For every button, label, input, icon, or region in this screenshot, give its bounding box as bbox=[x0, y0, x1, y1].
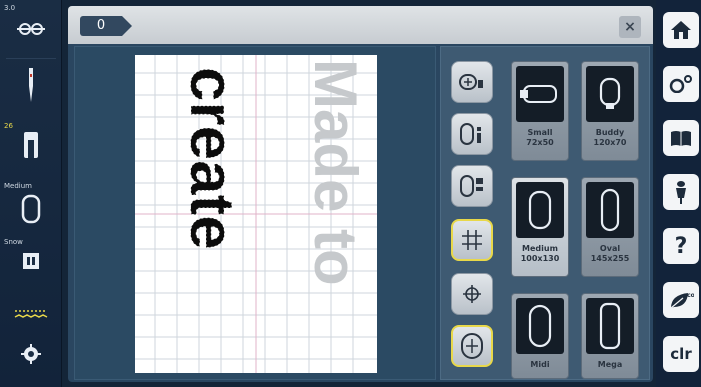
stabilizer-icon bbox=[23, 253, 39, 269]
svg-text:Made to: Made to bbox=[303, 59, 363, 286]
hoop-name: Buddy bbox=[595, 128, 625, 137]
hoop-move-icon bbox=[461, 333, 483, 359]
hoop-select-button[interactable] bbox=[0, 194, 62, 224]
home-icon bbox=[671, 21, 691, 39]
design-tab[interactable]: 0 bbox=[80, 16, 132, 36]
hoop-size: 100x130 bbox=[520, 254, 560, 263]
dotted-stitch-icon bbox=[14, 310, 48, 318]
hoop-size: 120x70 bbox=[593, 138, 627, 147]
hoop-template-button[interactable] bbox=[451, 165, 493, 207]
hoop-option-buddy[interactable]: Buddy 120x70 bbox=[581, 61, 639, 161]
design-text-create[interactable]: create bbox=[175, 67, 245, 307]
hoop-info-button[interactable] bbox=[451, 113, 493, 155]
oval-hoop-icon bbox=[600, 188, 620, 232]
hoop-info-icon bbox=[460, 123, 481, 145]
gear-icon bbox=[21, 344, 41, 364]
medium-hoop-icon bbox=[528, 190, 552, 230]
crosshair-icon bbox=[463, 285, 481, 303]
hoop-option-medium[interactable]: Medium 100x130 bbox=[511, 177, 569, 277]
hoop-tool-panel: Small 72x50 Buddy 120x70 Medium 100x130 bbox=[440, 46, 650, 380]
grid-toggle-button[interactable] bbox=[451, 219, 493, 261]
hoop-name: Oval bbox=[599, 244, 621, 253]
left-sidebar: 3.0 26 Medium Snow bbox=[0, 0, 62, 387]
stitch-pattern-button[interactable] bbox=[0, 308, 62, 320]
hoop-icon bbox=[21, 194, 41, 224]
hoop-name: Midi bbox=[530, 360, 550, 369]
hoop-option-mega[interactable]: Mega bbox=[581, 293, 639, 379]
hoop-option-oval[interactable]: Oval 145x255 bbox=[581, 177, 639, 277]
hoop-move-button[interactable] bbox=[451, 325, 493, 367]
divider bbox=[6, 58, 56, 59]
top-value-label: 3.0 bbox=[4, 4, 16, 12]
hoop-preview bbox=[516, 298, 564, 354]
svg-text:create: create bbox=[177, 67, 245, 250]
close-button[interactable]: × bbox=[619, 16, 641, 38]
hoop-preview bbox=[516, 182, 564, 238]
hoop-name: Mega bbox=[597, 360, 623, 369]
hoop-center-icon bbox=[459, 74, 483, 90]
hoop-size: 145x255 bbox=[590, 254, 630, 263]
svg-text:eco: eco bbox=[683, 292, 694, 299]
stitch-count-label: 26 bbox=[4, 122, 13, 130]
help-button[interactable]: ? bbox=[663, 228, 699, 264]
hoop-size: 72x50 bbox=[526, 138, 554, 147]
hoop-center-button[interactable] bbox=[451, 61, 493, 103]
needle-icon bbox=[29, 68, 33, 102]
hoop-template-icon bbox=[460, 175, 483, 197]
hoop-preview bbox=[586, 182, 634, 238]
hoop-name: Medium bbox=[522, 244, 558, 253]
hoop-option-small[interactable]: Small 72x50 bbox=[511, 61, 569, 161]
hoop-name: Small bbox=[527, 128, 553, 137]
hoop-preview bbox=[516, 66, 564, 122]
book-icon bbox=[671, 131, 691, 146]
title-bar: 0 × bbox=[68, 6, 653, 44]
settings-button[interactable] bbox=[0, 344, 62, 364]
home-button[interactable] bbox=[663, 12, 699, 48]
hoop-area[interactable]: Made to create bbox=[135, 55, 377, 373]
settings-toggle-button[interactable] bbox=[663, 66, 699, 102]
hoop-option-midi[interactable]: Midi bbox=[511, 293, 569, 379]
needle-button[interactable] bbox=[0, 68, 62, 104]
embroidery-screen: 3.0 26 Medium Snow 0 × Made to create Sm… bbox=[0, 0, 701, 387]
presser-foot-button[interactable] bbox=[0, 132, 62, 158]
clear-button[interactable]: clr bbox=[663, 336, 699, 372]
small-hoop-icon bbox=[520, 85, 557, 103]
tutorial-button[interactable] bbox=[663, 120, 699, 156]
hoop-preview bbox=[586, 298, 634, 354]
crosshair-button[interactable] bbox=[451, 273, 493, 315]
dress-form-icon bbox=[676, 181, 686, 204]
eco-mode-button[interactable]: eco bbox=[663, 282, 699, 318]
mega-hoop-icon bbox=[599, 302, 621, 350]
right-sidebar: ? eco clr bbox=[656, 0, 701, 387]
embroidery-canvas-panel: Made to create bbox=[74, 46, 436, 380]
midi-hoop-icon bbox=[528, 304, 552, 348]
presser-foot-icon bbox=[24, 132, 38, 158]
thread-tension-button[interactable] bbox=[0, 18, 62, 40]
hoop-preview bbox=[586, 66, 634, 122]
stabilizer-label: Snow bbox=[4, 238, 23, 246]
buddy-hoop-icon bbox=[599, 77, 621, 109]
eco-leaf-icon: eco bbox=[670, 292, 694, 309]
thread-tension-icon bbox=[17, 23, 45, 35]
grid-icon bbox=[462, 230, 482, 250]
design-text-made-to[interactable]: Made to bbox=[303, 59, 363, 359]
settings-toggle-icon bbox=[669, 75, 692, 93]
creative-consultant-button[interactable] bbox=[663, 174, 699, 210]
hoop-size-label: Medium bbox=[4, 182, 32, 190]
stabilizer-button[interactable] bbox=[0, 252, 62, 270]
